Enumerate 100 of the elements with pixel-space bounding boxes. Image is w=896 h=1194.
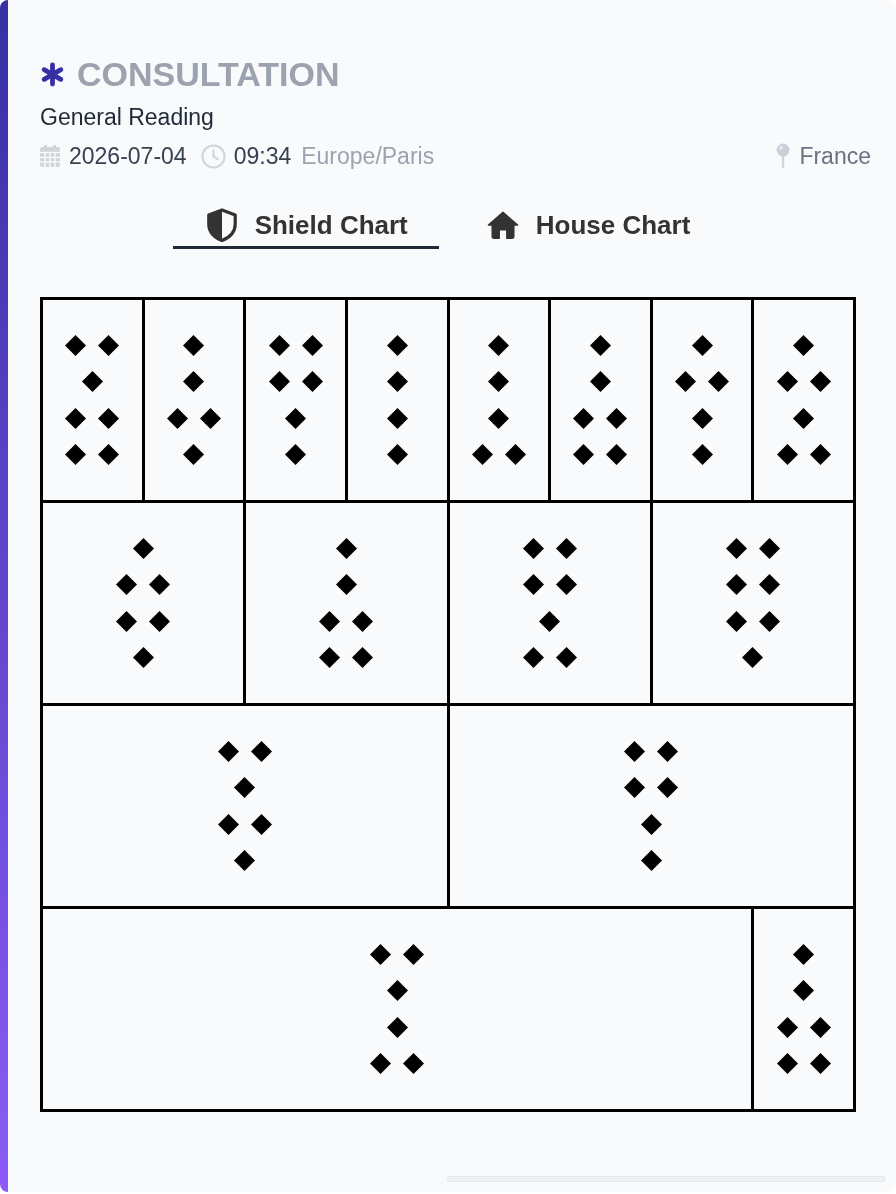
diamond-icon	[335, 574, 357, 596]
reading-type: General Reading	[40, 103, 214, 131]
date-text: 2026-07-04	[69, 142, 187, 170]
diamond-icon	[589, 371, 611, 393]
asterisk-icon	[40, 61, 65, 87]
diamond-icon	[471, 444, 493, 466]
diamond-icon	[691, 407, 713, 429]
diamond-icon	[403, 943, 425, 965]
diamond-icon	[725, 574, 747, 596]
diamond-icon	[809, 1053, 831, 1075]
diamond-icon	[319, 647, 341, 669]
time-text: 09:34	[233, 142, 292, 170]
diamond-icon	[691, 334, 713, 356]
location-text: France	[799, 142, 871, 170]
diamond-icon	[285, 444, 307, 466]
diamond-icon	[522, 574, 544, 596]
diamond-icon	[758, 610, 780, 632]
diamond-icon	[352, 647, 374, 669]
diamond-icon	[285, 407, 307, 429]
diamond-icon	[776, 371, 798, 393]
diamond-icon	[809, 371, 831, 393]
diamond-icon	[217, 813, 239, 835]
diamond-icon	[98, 407, 120, 429]
diamond-icon	[657, 740, 679, 762]
diamond-icon	[268, 371, 290, 393]
diamond-icon	[98, 334, 120, 356]
diamond-icon	[386, 334, 408, 356]
diamond-icon	[809, 1016, 831, 1038]
diamond-icon	[793, 943, 815, 965]
diamond-icon	[793, 407, 815, 429]
diamond-icon	[624, 740, 646, 762]
diamond-icon	[708, 371, 730, 393]
diamond-icon	[386, 980, 408, 1002]
diamond-icon	[776, 1016, 798, 1038]
diamond-icon	[758, 537, 780, 559]
diamond-icon	[657, 777, 679, 799]
diamond-icon	[199, 407, 221, 429]
diamond-icon	[640, 813, 662, 835]
diamond-icon	[183, 334, 205, 356]
diamond-icon	[675, 371, 697, 393]
diamond-icon	[65, 407, 87, 429]
diamond-icon	[640, 850, 662, 872]
chart-tab[interactable]: House Chart	[453, 204, 722, 249]
diamond-icon	[555, 574, 577, 596]
diamond-icon	[386, 407, 408, 429]
diamond-icon	[149, 574, 171, 596]
diamond-icon	[776, 1053, 798, 1075]
diamond-icon	[98, 444, 120, 466]
diamond-icon	[742, 647, 764, 669]
diamond-icon	[539, 610, 561, 632]
diamond-icon	[183, 444, 205, 466]
diamond-icon	[335, 537, 357, 559]
diamond-icon	[555, 537, 577, 559]
diamond-icon	[386, 1016, 408, 1038]
diamond-icon	[691, 444, 713, 466]
chart-tab[interactable]: Shield Chart	[172, 204, 439, 249]
diamond-icon	[166, 407, 188, 429]
diamond-icon	[301, 371, 323, 393]
calendar-icon	[40, 145, 60, 167]
diamond-icon	[386, 444, 408, 466]
diamond-icon	[250, 813, 272, 835]
diamond-icon	[589, 334, 611, 356]
clock-icon	[200, 143, 226, 169]
timezone-text: Europe/Paris	[301, 142, 435, 170]
diamond-icon	[624, 777, 646, 799]
page-title: CONSULTATION	[77, 54, 340, 94]
diamond-icon	[301, 334, 323, 356]
map-pin-icon	[776, 143, 791, 169]
shield-icon	[205, 208, 238, 242]
diamond-icon	[776, 444, 798, 466]
diamond-icon	[606, 407, 628, 429]
diamond-icon	[234, 850, 256, 872]
diamond-icon	[725, 610, 747, 632]
diamond-icon	[65, 334, 87, 356]
diamond-icon	[386, 371, 408, 393]
diamond-icon	[522, 537, 544, 559]
diamond-icon	[183, 371, 205, 393]
diamond-icon	[488, 371, 510, 393]
diamond-icon	[793, 980, 815, 1002]
diamond-icon	[370, 1053, 392, 1075]
diamond-icon	[250, 740, 272, 762]
diamond-icon	[352, 610, 374, 632]
diamond-icon	[116, 574, 138, 596]
diamond-icon	[217, 740, 239, 762]
diamond-icon	[504, 444, 526, 466]
diamond-icon	[132, 537, 154, 559]
diamond-icon	[573, 407, 595, 429]
diamond-icon	[370, 943, 392, 965]
diamond-icon	[606, 444, 628, 466]
diamond-icon	[132, 647, 154, 669]
diamond-icon	[268, 334, 290, 356]
diamond-icon	[116, 610, 138, 632]
diamond-icon	[725, 537, 747, 559]
diamond-icon	[65, 444, 87, 466]
diamond-icon	[319, 610, 341, 632]
diamond-icon	[793, 334, 815, 356]
diamond-icon	[758, 574, 780, 596]
diamond-icon	[522, 647, 544, 669]
diamond-icon	[573, 444, 595, 466]
diamond-icon	[809, 444, 831, 466]
